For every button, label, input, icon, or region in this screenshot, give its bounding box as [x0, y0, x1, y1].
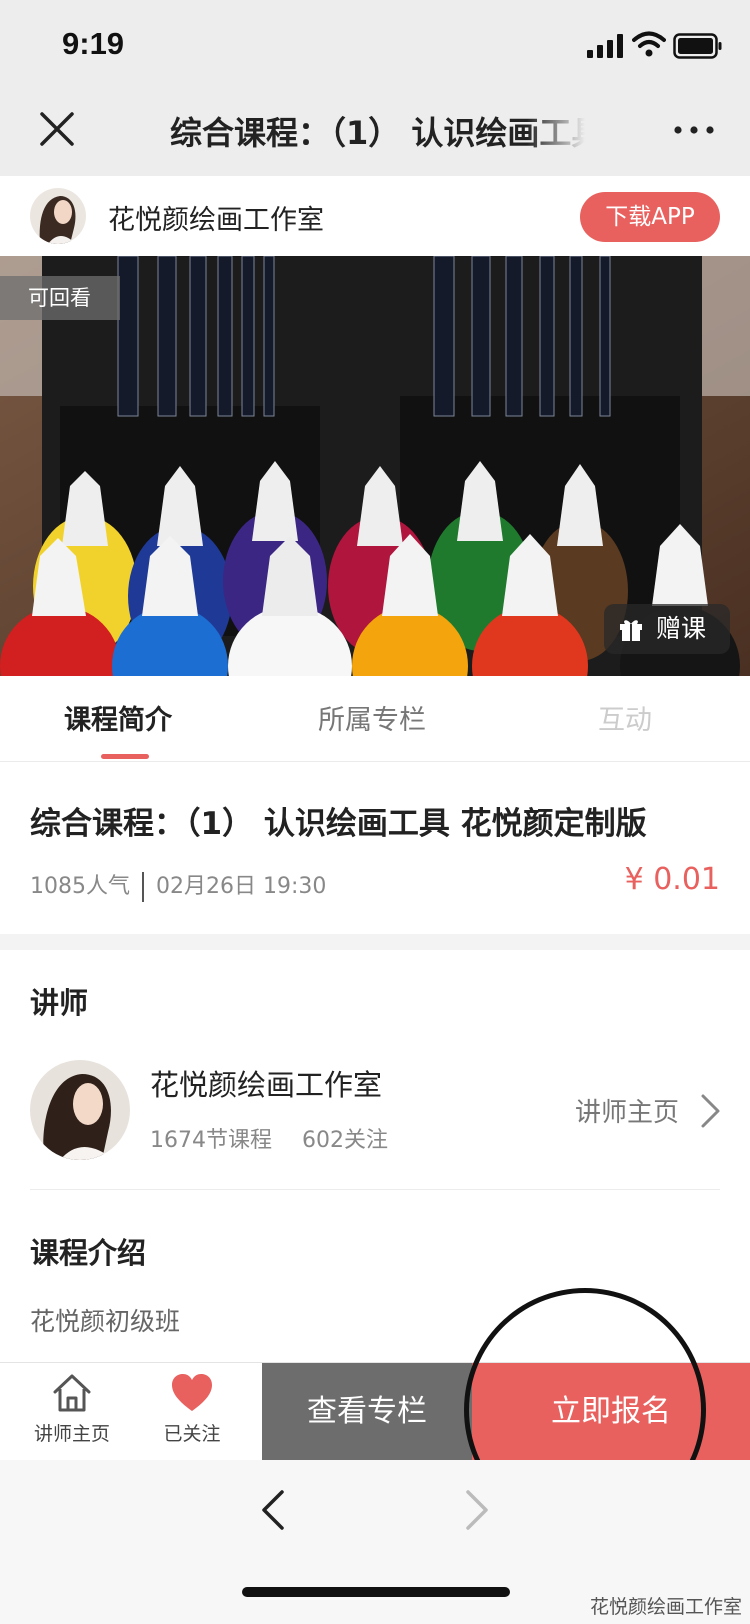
- chevron-right-icon[interactable]: [700, 1093, 722, 1129]
- home-indicator: [242, 1587, 510, 1597]
- fav-label: 已关注: [163, 1423, 221, 1445]
- gift-label: 赠课: [656, 614, 707, 643]
- tab-column[interactable]: 所属专栏: [318, 698, 426, 737]
- course-datetime: 02月26日 19:30: [156, 874, 327, 899]
- heart-icon: [172, 1374, 212, 1411]
- teacher-home-link[interactable]: 讲师主页: [575, 1092, 679, 1129]
- bottom-action-bar: 讲师主页 已关注 查看专栏 立即报名: [0, 1362, 750, 1461]
- status-bar: 9:19: [0, 0, 750, 88]
- close-icon[interactable]: [36, 108, 78, 150]
- shop-name[interactable]: 花悦颜绘画工作室: [108, 198, 324, 237]
- course-info: 综合课程：（1） 认识绘画工具 花悦颜定制版 1085人气 02月26日 19:3…: [0, 762, 750, 934]
- enroll-button[interactable]: 立即报名: [472, 1363, 750, 1461]
- wifi-icon: [632, 31, 666, 57]
- intro-body: 花悦颜初级班: [30, 1307, 181, 1336]
- nav-bar: 综合课程：（1） 认识绘画工具 花悦颜定制版: [0, 88, 750, 176]
- replay-badge: 可回看: [0, 276, 120, 320]
- course-intro: 课程介绍 花悦颜初级班: [0, 1190, 750, 1362]
- home-label: 讲师主页: [33, 1423, 110, 1445]
- teacher-section: 讲师 花悦颜绘画工作室 1674节课程 602关注 讲师主页: [0, 950, 750, 1190]
- course-title: 综合课程：（1） 认识绘画工具 花悦颜定制版: [30, 806, 647, 842]
- teacher-name[interactable]: 花悦颜绘画工作室: [150, 1062, 382, 1104]
- gift-icon: [620, 620, 642, 641]
- follow-tab[interactable]: 已关注: [140, 1363, 244, 1461]
- forward-arrow-icon[interactable]: [462, 1488, 492, 1532]
- teacher-heading: 讲师: [30, 986, 89, 1020]
- tab-bar: 课程简介 所属专栏 互动: [0, 676, 750, 762]
- shop-bar: 花悦颜绘画工作室 下载APP: [0, 176, 750, 256]
- tab-indicator: [101, 754, 149, 759]
- gift-course-button[interactable]: 赠课: [604, 604, 730, 654]
- download-app-button[interactable]: 下载APP: [580, 192, 720, 242]
- back-arrow-icon[interactable]: [258, 1488, 288, 1532]
- meta-divider: [142, 872, 144, 902]
- section-gap: [0, 934, 750, 950]
- popularity: 1085人气: [30, 874, 130, 899]
- course-cover-image: 可回看 赠课: [0, 256, 750, 676]
- shop-avatar[interactable]: [30, 188, 86, 244]
- course-meta: 1085人气 02月26日 19:30: [30, 868, 326, 902]
- signal-icon: [587, 34, 623, 58]
- more-icon[interactable]: [672, 110, 716, 150]
- lesson-count: 1674节课程: [150, 1128, 272, 1153]
- watermark: 花悦颜绘画工作室: [590, 1596, 743, 1618]
- teacher-avatar[interactable]: [30, 1060, 130, 1160]
- tab-interaction[interactable]: 互动: [598, 698, 652, 737]
- battery-icon: [673, 33, 722, 59]
- teacher-stats: 1674节课程 602关注: [150, 1122, 388, 1154]
- view-column-button[interactable]: 查看专栏: [262, 1363, 472, 1461]
- intro-heading: 课程介绍: [30, 1236, 147, 1270]
- page-title: 综合课程：（1） 认识绘画工具 花悦颜定制版: [170, 114, 585, 152]
- home-icon: [53, 1374, 91, 1412]
- teacher-home-tab[interactable]: 讲师主页: [20, 1363, 124, 1461]
- course-price: ¥ 0.01: [624, 862, 720, 897]
- follower-count: 602关注: [302, 1128, 388, 1153]
- status-time: 9:19: [62, 26, 125, 61]
- tab-intro[interactable]: 课程简介: [64, 698, 172, 737]
